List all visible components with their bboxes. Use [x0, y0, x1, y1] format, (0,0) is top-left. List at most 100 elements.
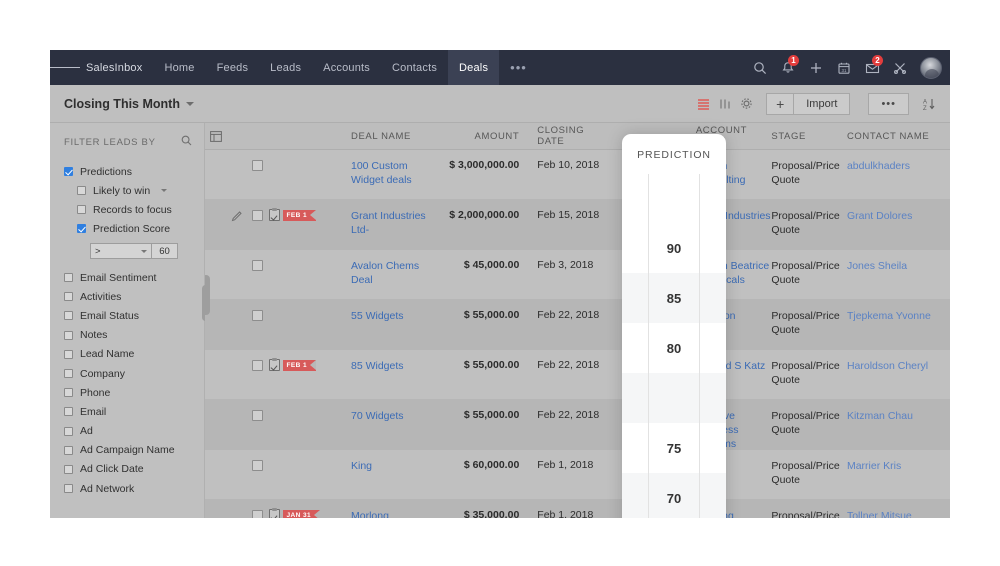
table-row[interactable]: Avalon Chems Deal$ 45,000.00Feb 3, 2018A…: [205, 250, 950, 300]
filter-email-sentiment[interactable]: Email Sentiment: [64, 268, 204, 287]
table-row[interactable]: FEB 1 Grant Industries Ltd- $ 2,000,000.00…: [205, 200, 950, 250]
deal-name-link[interactable]: Avalon Chems Deal: [351, 260, 419, 286]
filter-email-status[interactable]: Email Status: [64, 306, 204, 325]
checkbox-lead-name[interactable]: [64, 349, 73, 359]
contact-name-cell[interactable]: Kitzman Chau: [847, 409, 950, 423]
nav-item-accounts[interactable]: Accounts: [312, 50, 381, 85]
filter-ad-click-date[interactable]: Ad Click Date: [64, 460, 204, 479]
filter-records-to-focus[interactable]: Records to focus: [64, 200, 204, 219]
row-checkbox[interactable]: [251, 510, 263, 518]
nav-item-salesinbox[interactable]: SalesInbox: [80, 50, 153, 85]
row-checkbox-cell[interactable]: [246, 509, 268, 518]
score-operator-select[interactable]: >: [90, 243, 152, 259]
row-checkbox-cell[interactable]: [246, 309, 268, 321]
score-value-input[interactable]: 60: [152, 243, 178, 259]
import-button[interactable]: Import: [794, 92, 851, 115]
sort-az-icon[interactable]: AZ: [922, 97, 936, 111]
filter-phone[interactable]: Phone: [64, 383, 204, 402]
task-flag[interactable]: FEB 1: [268, 208, 317, 221]
contact-name-cell[interactable]: Jones Sheila: [847, 259, 950, 273]
edit-row-icon[interactable]: [227, 209, 246, 222]
view-selector[interactable]: Closing This Month: [64, 97, 194, 111]
deal-name-link[interactable]: 55 Widgets: [351, 310, 404, 322]
nav-overflow-menu[interactable]: •••: [499, 50, 538, 85]
deal-name-cell[interactable]: 85 Widgets: [351, 359, 439, 373]
row-checkbox[interactable]: [251, 160, 263, 171]
deal-name-cell[interactable]: King: [351, 459, 439, 473]
table-scrollbar-thumb[interactable]: [205, 275, 210, 315]
contact-name-link[interactable]: Haroldson Cheryl: [847, 360, 928, 372]
deal-name-link[interactable]: 100 Custom Widget deals: [351, 160, 412, 186]
filter-notes[interactable]: Notes: [64, 326, 204, 345]
contact-name-cell[interactable]: abdulkhaders: [847, 159, 950, 173]
calendar-icon[interactable]: 31: [831, 50, 857, 85]
deal-name-cell[interactable]: Morlong Associates: [351, 509, 439, 518]
notification-bell-icon[interactable]: 1: [775, 50, 801, 85]
checkbox-likely-to-win[interactable]: [77, 186, 86, 195]
contact-name-link[interactable]: Tollner Mitsue: [847, 510, 912, 518]
contact-name-link[interactable]: abdulkhaders: [847, 160, 910, 172]
checkbox-prediction-score[interactable]: [77, 224, 86, 233]
hamburger-menu-icon[interactable]: [50, 50, 80, 85]
contact-name-link[interactable]: Grant Dolores: [847, 210, 912, 222]
filter-predictions[interactable]: Predictions: [64, 162, 204, 181]
deal-name-cell[interactable]: 70 Widgets: [351, 409, 439, 423]
user-avatar[interactable]: [920, 56, 942, 79]
column-header-contact-name[interactable]: CONTACT NAME: [847, 131, 950, 142]
filter-lead-name[interactable]: Lead Name: [64, 345, 204, 364]
table-row[interactable]: King$ 60,000.00Feb 1, 2018KingProposal/P…: [205, 450, 950, 500]
contact-name-link[interactable]: Tjepkema Yvonne: [847, 310, 931, 322]
table-row[interactable]: 100 Custom Widget deals $ 3,000,000.00 Feb…: [205, 150, 950, 200]
deal-name-cell[interactable]: Avalon Chems Deal: [351, 259, 439, 287]
row-checkbox-cell[interactable]: [246, 159, 268, 171]
checkbox-email[interactable]: [64, 407, 73, 417]
task-cell[interactable]: FEB 1: [268, 358, 351, 371]
checkbox-predictions[interactable]: [64, 167, 73, 176]
row-checkbox-cell[interactable]: [246, 259, 268, 271]
deal-name-cell[interactable]: 55 Widgets: [351, 309, 439, 323]
column-chooser-icon[interactable]: [205, 130, 227, 142]
row-checkbox[interactable]: [251, 410, 263, 421]
contact-name-cell[interactable]: Tollner Mitsue: [847, 509, 950, 518]
table-row[interactable]: FEB 1 85 Widgets $ 55,000.00 Feb 22, 2018 Ed…: [205, 350, 950, 400]
checkbox-activities[interactable]: [64, 292, 73, 302]
column-header-stage[interactable]: STAGE: [771, 131, 847, 142]
checkbox-ad-campaign-name[interactable]: [64, 445, 73, 455]
filter-ad-campaign-name[interactable]: Ad Campaign Name: [64, 441, 204, 460]
filter-activities[interactable]: Activities: [64, 287, 204, 306]
settings-gear-icon[interactable]: [740, 97, 753, 110]
row-checkbox[interactable]: [251, 260, 263, 271]
contact-name-link[interactable]: Marrier Kris: [847, 460, 901, 472]
deal-name-link[interactable]: Grant Industries Ltd-: [351, 210, 426, 236]
table-row[interactable]: 70 Widgets$ 55,000.00Feb 22, 2018Creativ…: [205, 400, 950, 450]
checkbox-email-sentiment[interactable]: [64, 273, 73, 283]
checkbox-records-to-focus[interactable]: [77, 205, 86, 214]
add-deal-button[interactable]: +: [766, 92, 795, 115]
contact-name-cell[interactable]: Grant Dolores: [847, 209, 950, 223]
filter-ad[interactable]: Ad: [64, 422, 204, 441]
list-view-icon[interactable]: [697, 98, 710, 110]
task-cell[interactable]: FEB 1: [268, 208, 351, 221]
nav-item-home[interactable]: Home: [153, 50, 205, 85]
filter-likely-to-win[interactable]: Likely to win: [64, 181, 204, 200]
search-icon[interactable]: [181, 133, 192, 151]
filter-prediction-score[interactable]: Prediction Score: [64, 219, 204, 238]
row-checkbox-cell[interactable]: [246, 359, 268, 371]
row-checkbox[interactable]: [251, 310, 263, 321]
contact-name-cell[interactable]: Tjepkema Yvonne: [847, 309, 950, 323]
task-flag[interactable]: FEB 1: [268, 358, 317, 371]
checkbox-phone[interactable]: [64, 388, 73, 398]
task-cell[interactable]: JAN 31: [268, 508, 351, 518]
contact-name-link[interactable]: Jones Sheila: [847, 260, 907, 272]
column-header-deal-name[interactable]: DEAL NAME: [351, 131, 439, 142]
checkbox-ad[interactable]: [64, 426, 73, 436]
table-row[interactable]: 55 Widgets$ 55,000.00Feb 22, 2018Grayson…: [205, 300, 950, 350]
checkbox-notes[interactable]: [64, 330, 73, 340]
row-checkbox[interactable]: [251, 360, 263, 371]
deal-name-link[interactable]: King: [351, 460, 372, 472]
row-checkbox[interactable]: [251, 210, 263, 221]
checkbox-ad-click-date[interactable]: [64, 464, 73, 474]
deal-name-link[interactable]: Morlong Associates: [351, 510, 402, 518]
row-checkbox-cell[interactable]: [246, 209, 268, 221]
nav-item-deals[interactable]: Deals: [448, 50, 500, 85]
